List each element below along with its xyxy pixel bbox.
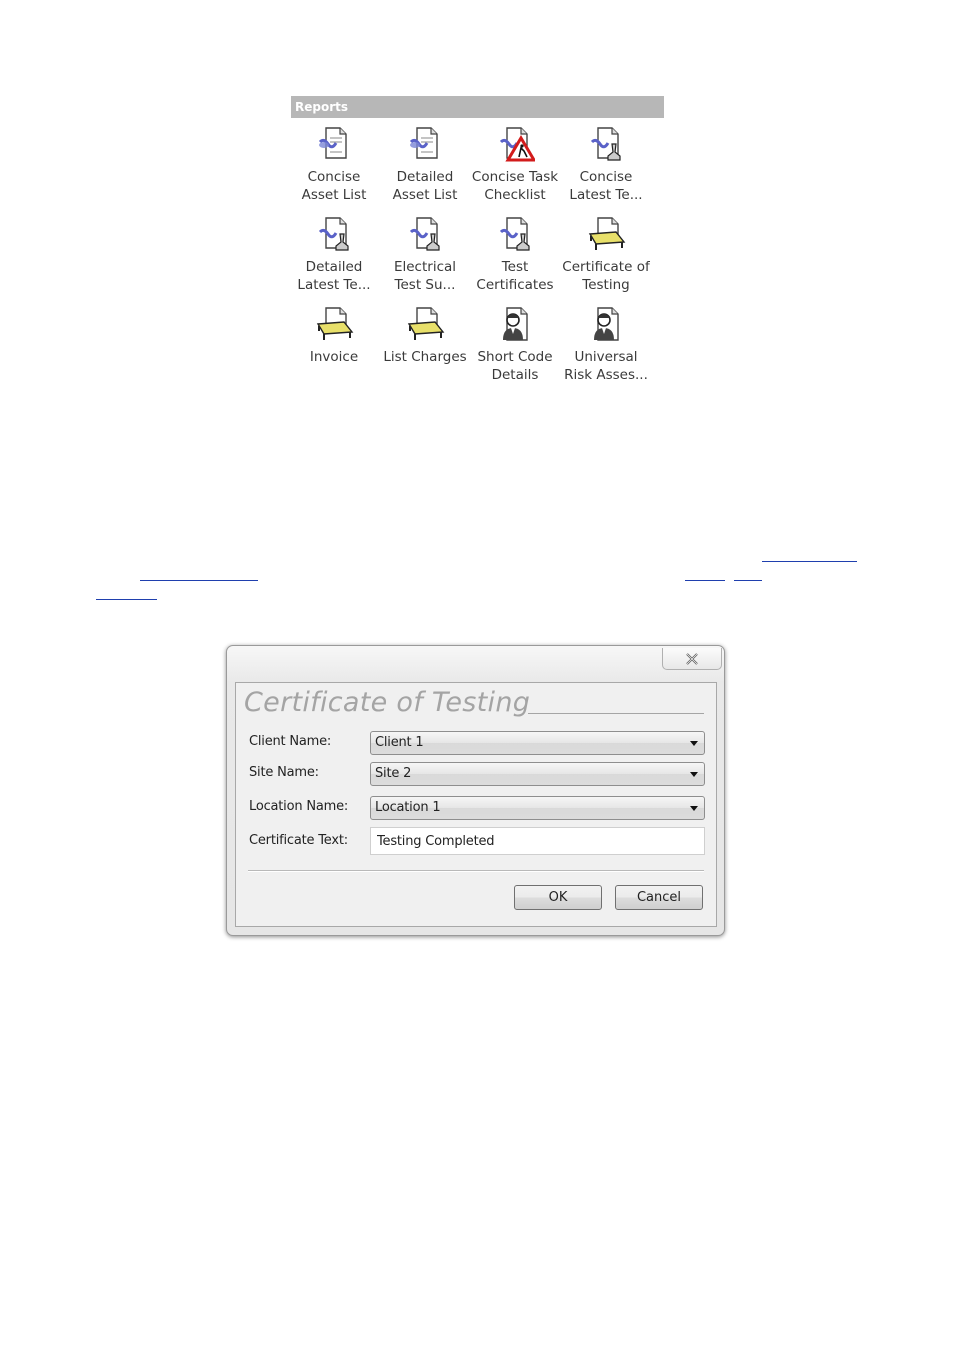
report-concise-task-checklist[interactable]: Concise Task Checklist (469, 124, 561, 204)
report-test-certificates[interactable]: Test Certificates (469, 214, 561, 294)
report-label: Electrical Test Su... (393, 259, 457, 293)
report-universal-risk-assessment[interactable]: Universal Risk Asses... (560, 304, 652, 384)
site-name-label: Site Name: (249, 765, 319, 780)
document-person-icon (503, 307, 528, 341)
close-button[interactable] (662, 648, 722, 670)
link-underline[interactable] (762, 561, 857, 562)
report-list-charges[interactable]: List Charges (379, 304, 471, 366)
dialog-content: Certificate of Testing Client Name: Clie… (235, 682, 717, 927)
report-label: Concise Latest Te... (569, 169, 643, 203)
document-chart-stamp-icon (590, 127, 621, 161)
document-warning-icon (499, 127, 535, 162)
site-name-value: Site 2 (375, 766, 412, 781)
certificate-text-input[interactable] (370, 827, 705, 855)
report-label: Concise Asset List (301, 169, 367, 203)
report-label: Detailed Asset List (392, 169, 458, 203)
report-electrical-test-summary[interactable]: Electrical Test Su... (379, 214, 471, 294)
link-underline[interactable] (734, 580, 762, 581)
site-name-select[interactable]: Site 2 (370, 762, 705, 786)
report-detailed-latest-test[interactable]: Detailed Latest Te... (288, 214, 380, 294)
document-table-icon (588, 217, 626, 250)
reports-panel: Reports Concise Asset List Detailed Asse… (291, 96, 664, 386)
report-invoice[interactable]: Invoice (288, 304, 380, 366)
report-label: Invoice (309, 349, 359, 365)
certificate-of-testing-dialog: Certificate of Testing Client Name: Clie… (226, 645, 725, 936)
ok-button[interactable]: OK (514, 885, 602, 910)
document-table-icon (316, 307, 354, 340)
chevron-down-icon (690, 741, 698, 746)
close-icon (686, 652, 698, 665)
report-label: Detailed Latest Te... (297, 259, 371, 293)
location-name-select[interactable]: Location 1 (370, 796, 705, 820)
link-underline[interactable] (96, 599, 157, 600)
chevron-down-icon (690, 806, 698, 811)
report-label: Concise Task Checklist (471, 169, 559, 203)
link-underline[interactable] (685, 580, 725, 581)
document-chart-stamp-icon (409, 217, 440, 251)
dialog-title: Certificate of Testing (244, 687, 531, 718)
chevron-down-icon (690, 772, 698, 777)
location-name-label: Location Name: (249, 799, 349, 814)
report-label: Short Code Details (477, 349, 553, 383)
client-name-value: Client 1 (375, 735, 424, 750)
report-short-code-details[interactable]: Short Code Details (469, 304, 561, 384)
report-concise-latest-test[interactable]: Concise Latest Te... (560, 124, 652, 204)
title-rule (528, 713, 704, 714)
reports-header: Reports (291, 96, 664, 118)
document-person-icon (594, 307, 619, 341)
report-label: Test Certificates (476, 259, 554, 293)
separator (248, 870, 704, 871)
location-name-value: Location 1 (375, 800, 441, 815)
cancel-button[interactable]: Cancel (615, 885, 703, 910)
certificate-text-label: Certificate Text: (249, 833, 348, 848)
reports-grid: Concise Asset List Detailed Asset List C… (291, 118, 664, 386)
client-name-label: Client Name: (249, 734, 332, 749)
report-label: Certificate of Testing (562, 259, 650, 293)
link-underline[interactable] (140, 580, 258, 581)
report-detailed-asset-list[interactable]: Detailed Asset List (379, 124, 471, 204)
document-chart-stamp-icon (318, 217, 349, 251)
report-concise-asset-list[interactable]: Concise Asset List (288, 124, 380, 204)
document-chart-icon (409, 127, 438, 159)
report-label: List Charges (383, 349, 467, 365)
document-chart-stamp-icon (499, 217, 530, 251)
client-name-select[interactable]: Client 1 (370, 731, 705, 755)
document-chart-icon (318, 127, 347, 159)
report-label: Universal Risk Asses... (564, 349, 648, 383)
document-table-icon (407, 307, 445, 340)
report-certificate-of-testing[interactable]: Certificate of Testing (560, 214, 652, 294)
